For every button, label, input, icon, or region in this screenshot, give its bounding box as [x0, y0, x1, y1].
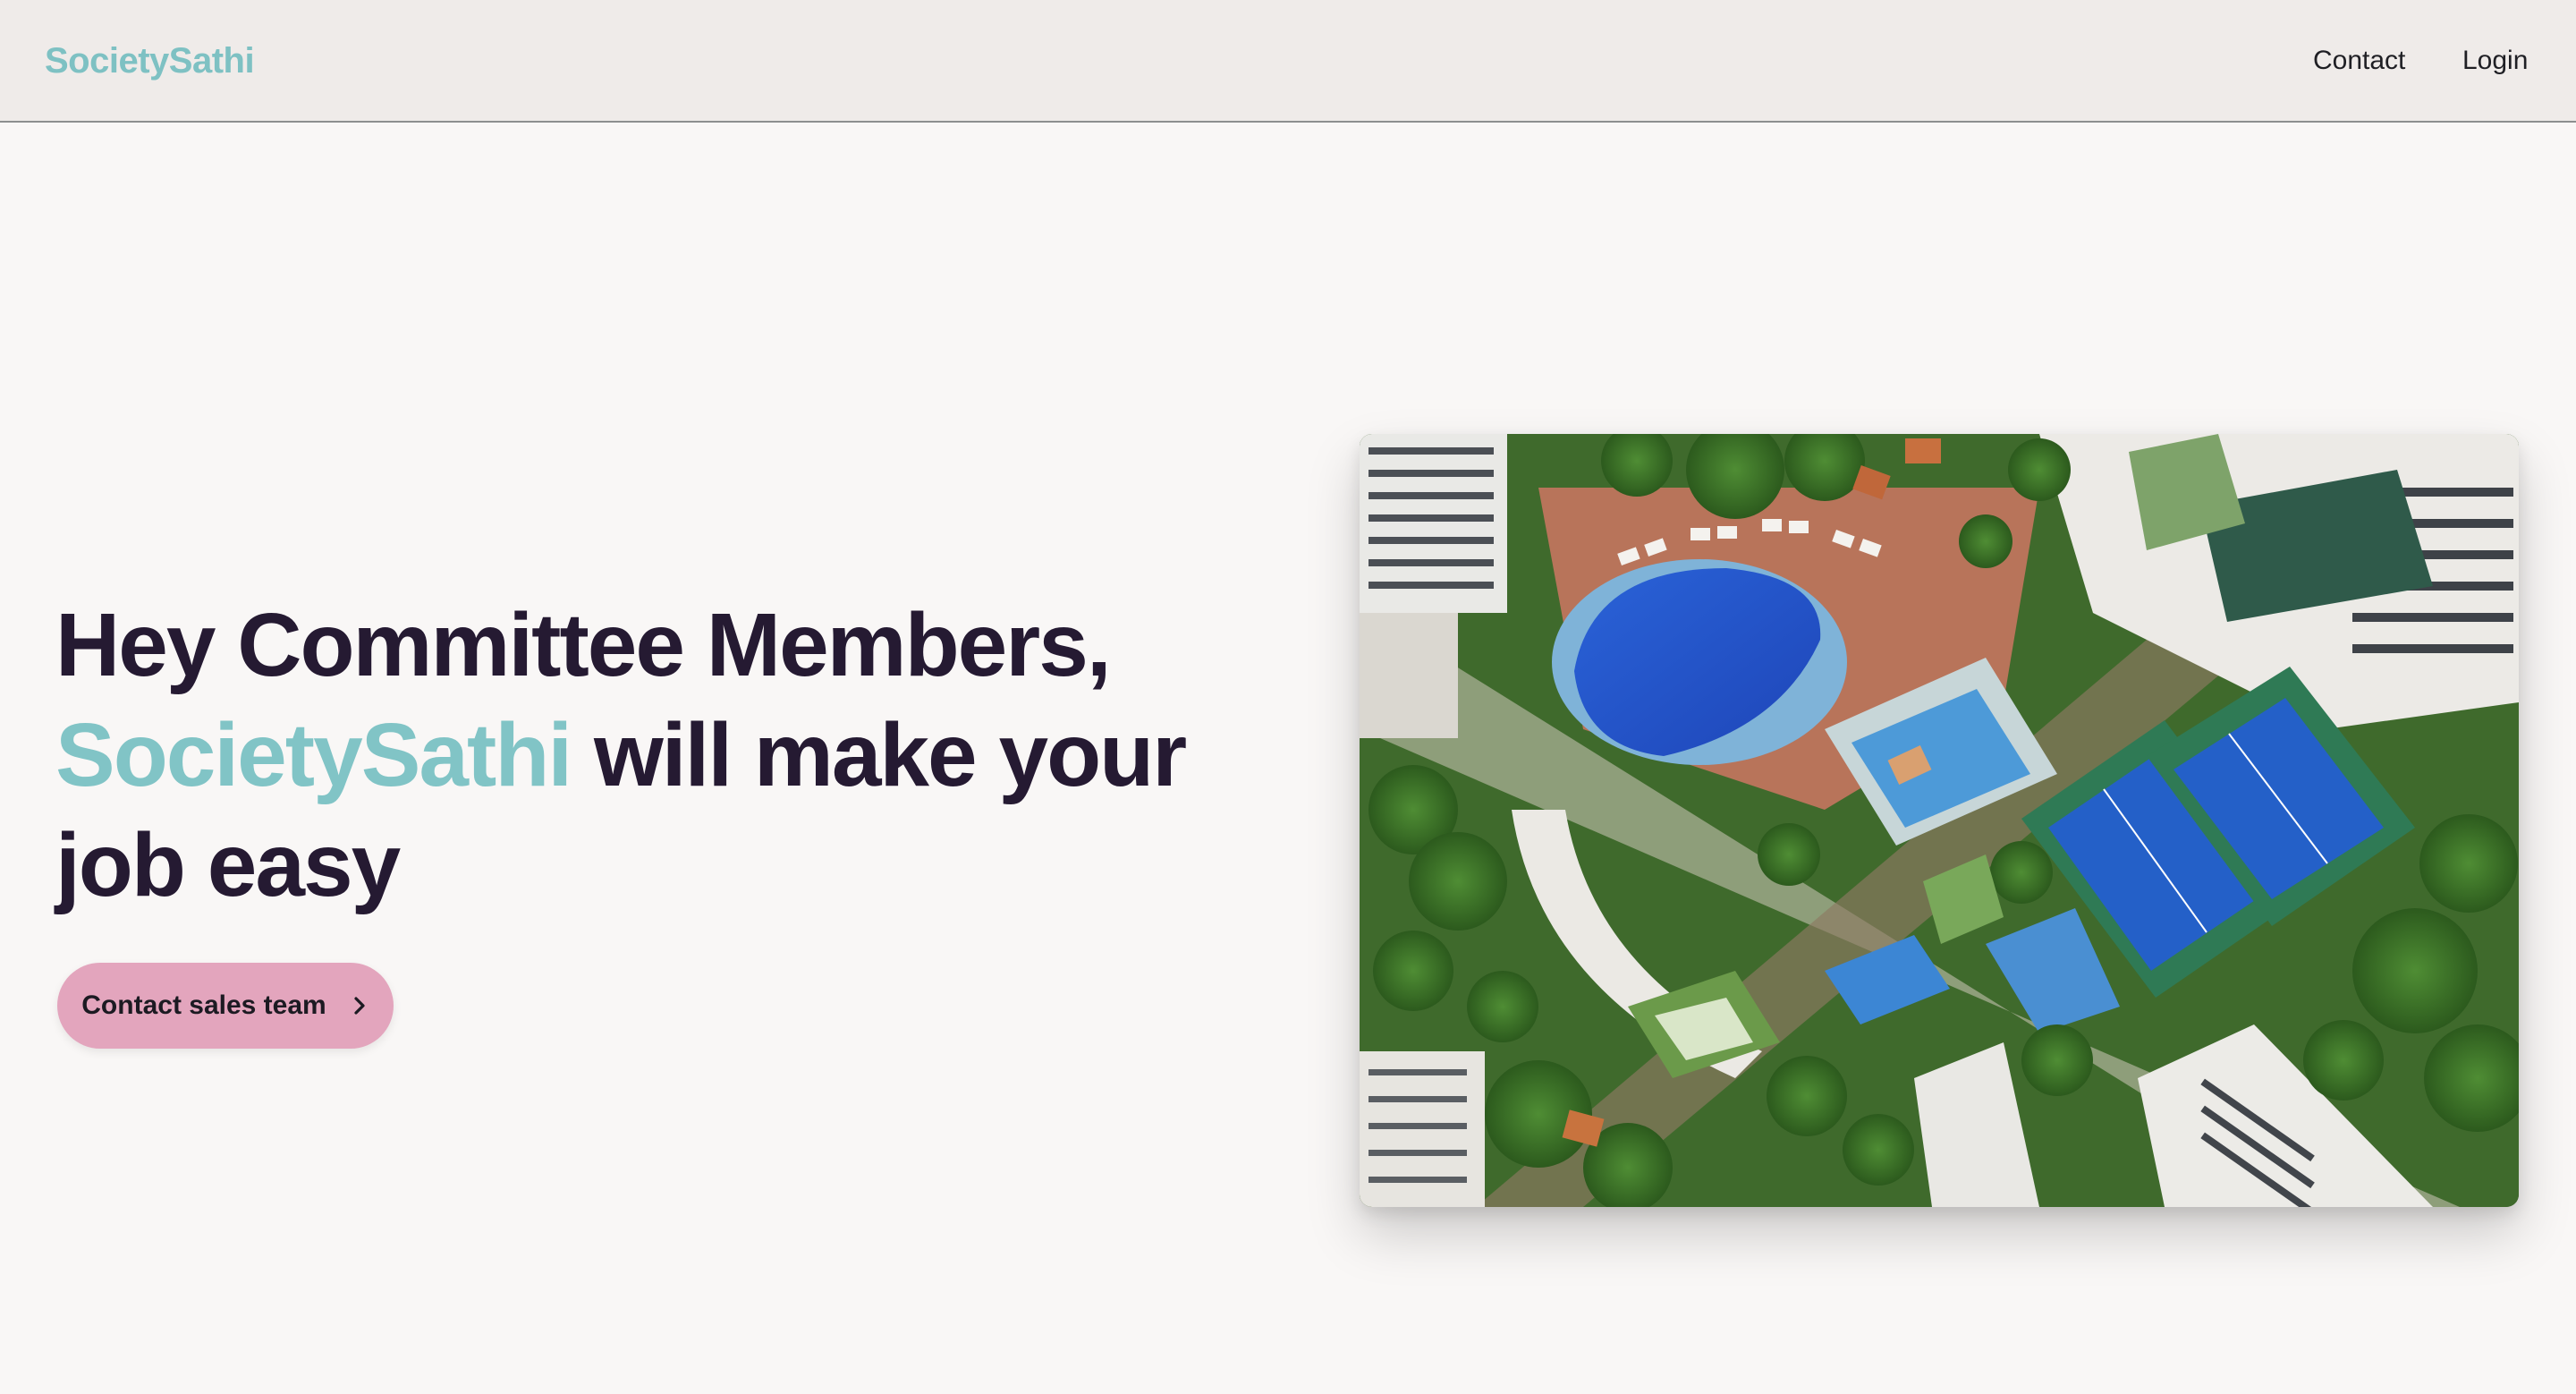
hero-title-brand: SocietySathi [55, 705, 572, 805]
chevron-right-icon [350, 994, 369, 1017]
nav-contact-link[interactable]: Contact [2313, 43, 2405, 79]
nav-login-link[interactable]: Login [2462, 43, 2528, 79]
aerial-photo [1360, 434, 2519, 1207]
hero-title: Hey Committee Members, SocietySathi will… [55, 591, 1254, 921]
brand-logo[interactable]: SocietySathi [45, 39, 255, 82]
hero-title-line1: Hey Committee Members, [55, 595, 1112, 695]
top-navbar: SocietySathi Contact Login [0, 0, 2576, 123]
contact-sales-button[interactable]: Contact sales team [57, 963, 394, 1049]
contact-sales-label: Contact sales team [81, 990, 326, 1020]
